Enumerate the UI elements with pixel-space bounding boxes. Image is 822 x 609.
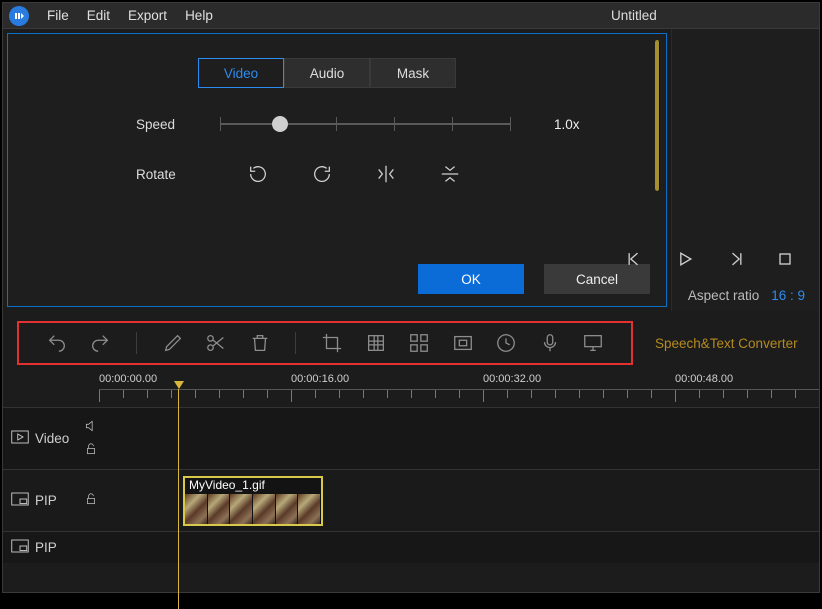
play-icon[interactable] [667,245,703,273]
voiceover-icon[interactable] [538,331,562,355]
pip-track-icon [11,492,29,509]
properties-panel: Video Audio Mask Speed 1.0x [7,33,667,307]
speed-value: 1.0x [554,117,580,132]
video-track-icon [11,430,29,447]
ruler-time: 00:00:00.00 [99,373,157,385]
timeline-toolbar [17,321,633,365]
mute-icon[interactable] [84,419,98,436]
clip-label: MyVideo_1.gif [185,478,321,494]
speed-slider[interactable] [220,114,510,134]
ruler-time: 00:00:32.00 [483,373,541,385]
delete-icon[interactable] [248,331,272,355]
aspect-ratio-label: Aspect ratio [688,288,759,303]
stop-icon[interactable] [767,245,803,273]
separator [136,332,137,354]
frame-icon[interactable] [451,331,475,355]
window-title: Untitled [611,8,657,23]
crop-icon[interactable] [320,331,344,355]
menu-file[interactable]: File [47,8,69,23]
flip-vertical-icon[interactable] [432,160,468,188]
tab-mask[interactable]: Mask [370,58,456,88]
rotate-ccw-icon[interactable] [240,160,276,188]
aspect-ratio-value[interactable]: 16 : 9 [771,288,805,303]
record-screen-icon[interactable] [581,331,605,355]
menu-help[interactable]: Help [185,8,213,23]
track-label: PIP [35,493,57,508]
edit-icon[interactable] [161,331,185,355]
split-icon[interactable] [204,331,228,355]
track-label: PIP [35,540,57,555]
ruler-time: 00:00:16.00 [291,373,349,385]
tab-video[interactable]: Video [198,58,284,88]
menu-edit[interactable]: Edit [87,8,110,23]
rotate-cw-icon[interactable] [304,160,340,188]
flip-horizontal-icon[interactable] [368,160,404,188]
timeline-ruler[interactable]: 00:00:00.00 00:00:16.00 00:00:32.00 00:0… [3,373,819,407]
speed-label: Speed [136,117,196,132]
preview-panel: Aspect ratio 16 : 9 [671,29,819,311]
track-pip-1: PIP MyVideo_1.gif [3,469,819,531]
lock-icon[interactable] [84,492,98,509]
separator [295,332,296,354]
next-frame-icon[interactable] [717,245,753,273]
redo-icon[interactable] [89,331,113,355]
timeline-clip[interactable]: MyVideo_1.gif [183,476,323,526]
grid-icon[interactable] [407,331,431,355]
ok-button[interactable]: OK [418,264,524,294]
mosaic-icon[interactable] [364,331,388,355]
menubar: File Edit Export Help Untitled [3,3,819,29]
pip-track-icon [11,539,29,556]
track-pip-2: PIP [3,531,819,563]
track-label: Video [35,431,69,446]
app-logo [9,6,29,26]
tab-audio[interactable]: Audio [284,58,370,88]
rotate-label: Rotate [136,167,196,182]
lock-icon[interactable] [84,442,98,459]
ruler-time: 00:00:48.00 [675,373,733,385]
track-video: Video [3,407,819,469]
prev-frame-icon[interactable] [617,245,653,273]
duration-icon[interactable] [494,331,518,355]
undo-icon[interactable] [45,331,69,355]
menu-export[interactable]: Export [128,8,167,23]
speech-text-converter-link[interactable]: Speech&Text Converter [655,336,798,351]
